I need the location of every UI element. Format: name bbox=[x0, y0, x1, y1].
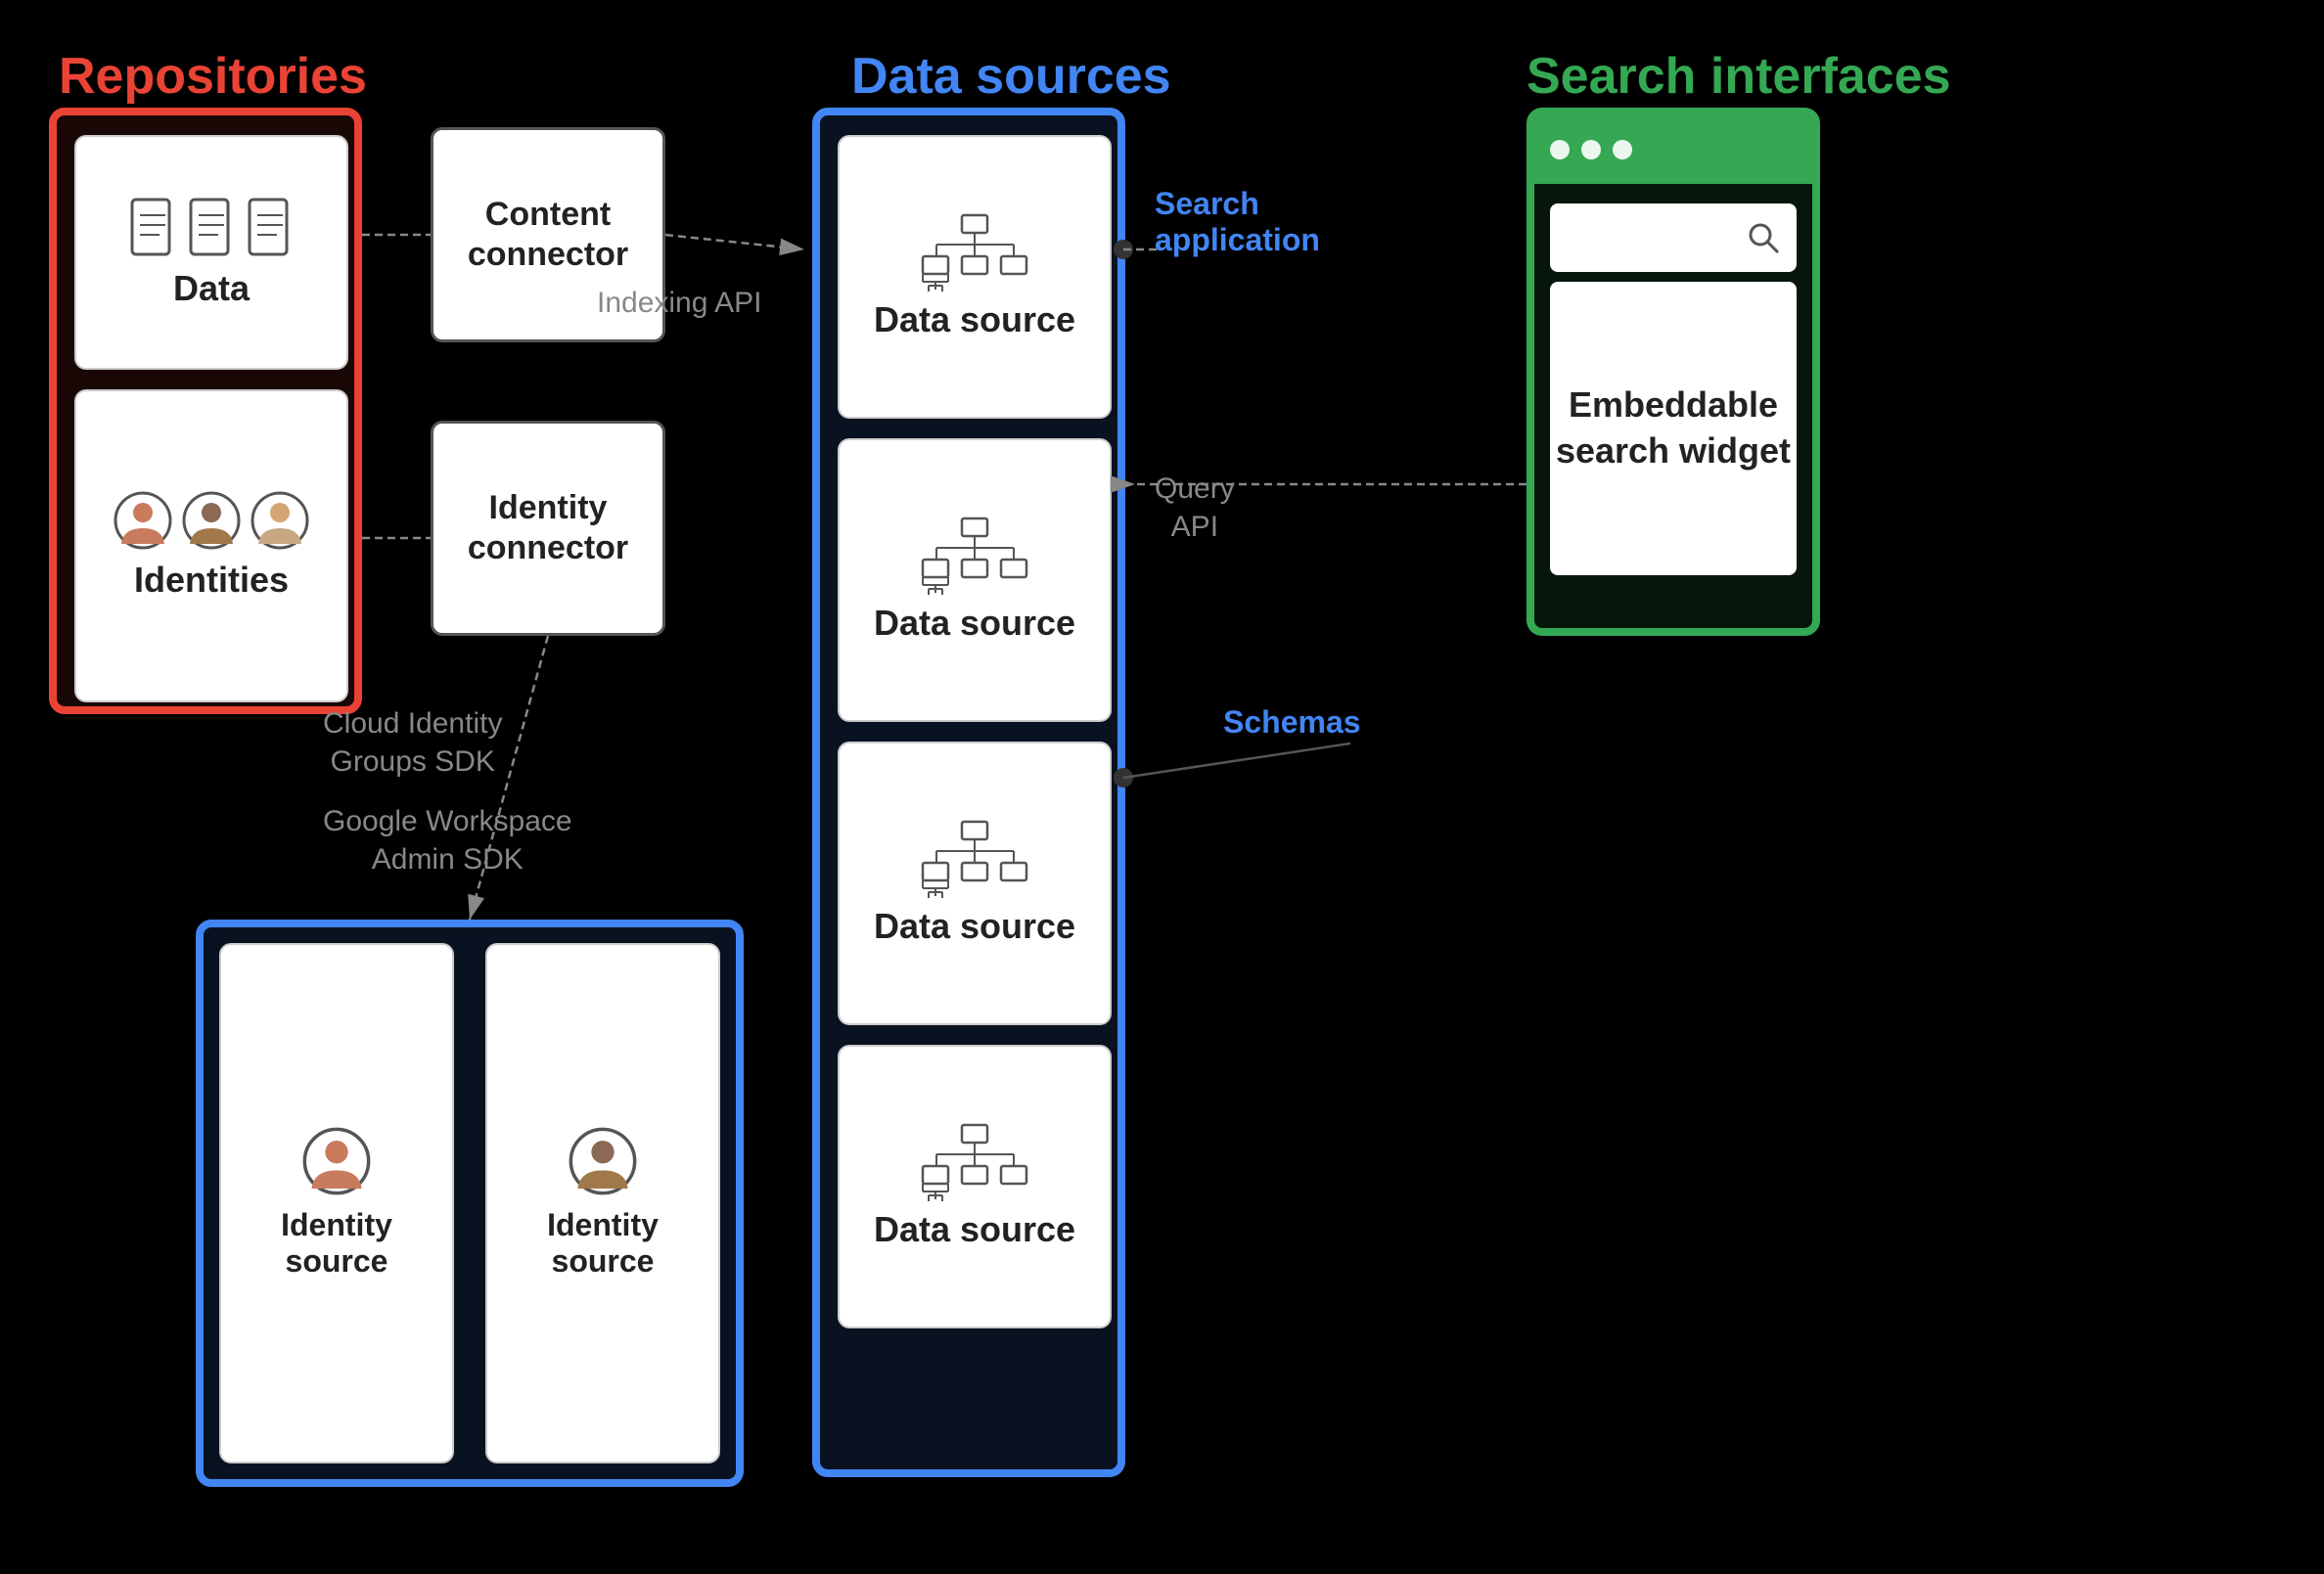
title-search-interfaces: Search interfaces bbox=[1527, 47, 1951, 106]
tree-icon-2 bbox=[921, 517, 1028, 595]
data-box: Data bbox=[74, 135, 348, 370]
identities-label: Identities bbox=[134, 560, 289, 601]
search-application-label: Searchapplication bbox=[1155, 186, 1320, 258]
data-source-3: Data source bbox=[838, 742, 1112, 1025]
identity-source-1-label: Identitysource bbox=[281, 1207, 392, 1280]
person-icon-3 bbox=[251, 491, 309, 550]
query-api-label: QueryAPI bbox=[1155, 470, 1235, 546]
si-dot-2 bbox=[1581, 140, 1601, 159]
identity-source-2-label: Identitysource bbox=[547, 1207, 659, 1280]
person-icon-1 bbox=[114, 491, 172, 550]
content-connector-label: Content connector bbox=[468, 195, 628, 275]
widget-label: Embeddable search widget bbox=[1550, 382, 1797, 474]
doc-icon-2 bbox=[187, 196, 236, 258]
identity-source-2: Identitysource bbox=[485, 943, 720, 1463]
si-dot-3 bbox=[1613, 140, 1632, 159]
data-source-4-label: Data source bbox=[874, 1209, 1075, 1250]
cloud-identity-label: Cloud IdentityGroups SDK bbox=[323, 704, 502, 781]
search-interfaces-box: Embeddable search widget bbox=[1527, 108, 1820, 636]
identity-source-icon-1 bbox=[302, 1127, 371, 1195]
identity-connector-box: Identity connector bbox=[431, 421, 665, 636]
identity-source-1: Identitysource bbox=[219, 943, 454, 1463]
data-sources-box: Data source Data source bbox=[812, 108, 1125, 1477]
si-dot-1 bbox=[1550, 140, 1570, 159]
embeddable-widget-area: Embeddable search widget bbox=[1550, 282, 1797, 575]
search-bar-area bbox=[1550, 203, 1797, 272]
identity-connector-label: Identity connector bbox=[468, 488, 628, 568]
data-source-3-label: Data source bbox=[874, 906, 1075, 947]
search-icon bbox=[1746, 220, 1781, 255]
data-label: Data bbox=[173, 268, 250, 309]
title-repositories: Repositories bbox=[59, 47, 367, 106]
person-icon-2 bbox=[182, 491, 241, 550]
indexing-api-label: Indexing API bbox=[597, 284, 761, 322]
data-source-2: Data source bbox=[838, 438, 1112, 722]
identity-sources-box: Identitysource Identitysource bbox=[196, 920, 744, 1487]
si-top-bar bbox=[1534, 115, 1812, 184]
google-workspace-label: Google WorkspaceAdmin SDK bbox=[323, 802, 572, 878]
doc-icon-1 bbox=[128, 196, 177, 258]
doc-icon-3 bbox=[246, 196, 295, 258]
repositories-box: Data bbox=[49, 108, 362, 714]
identity-source-icon-2 bbox=[569, 1127, 637, 1195]
identities-box: Identities bbox=[74, 389, 348, 702]
tree-icon-1 bbox=[921, 213, 1028, 292]
identities-icons bbox=[114, 491, 309, 550]
data-source-4: Data source bbox=[838, 1045, 1112, 1328]
data-source-1-label: Data source bbox=[874, 299, 1075, 340]
title-data-sources: Data sources bbox=[851, 47, 1171, 106]
diagram-container: Repositories Data sources Search interfa… bbox=[0, 0, 2324, 1574]
data-source-1: Data source bbox=[838, 135, 1112, 419]
tree-icon-3 bbox=[921, 820, 1028, 898]
data-source-2-label: Data source bbox=[874, 603, 1075, 644]
schemas-label: Schemas bbox=[1223, 704, 1361, 741]
data-icons bbox=[128, 196, 295, 258]
tree-icon-4 bbox=[921, 1123, 1028, 1201]
